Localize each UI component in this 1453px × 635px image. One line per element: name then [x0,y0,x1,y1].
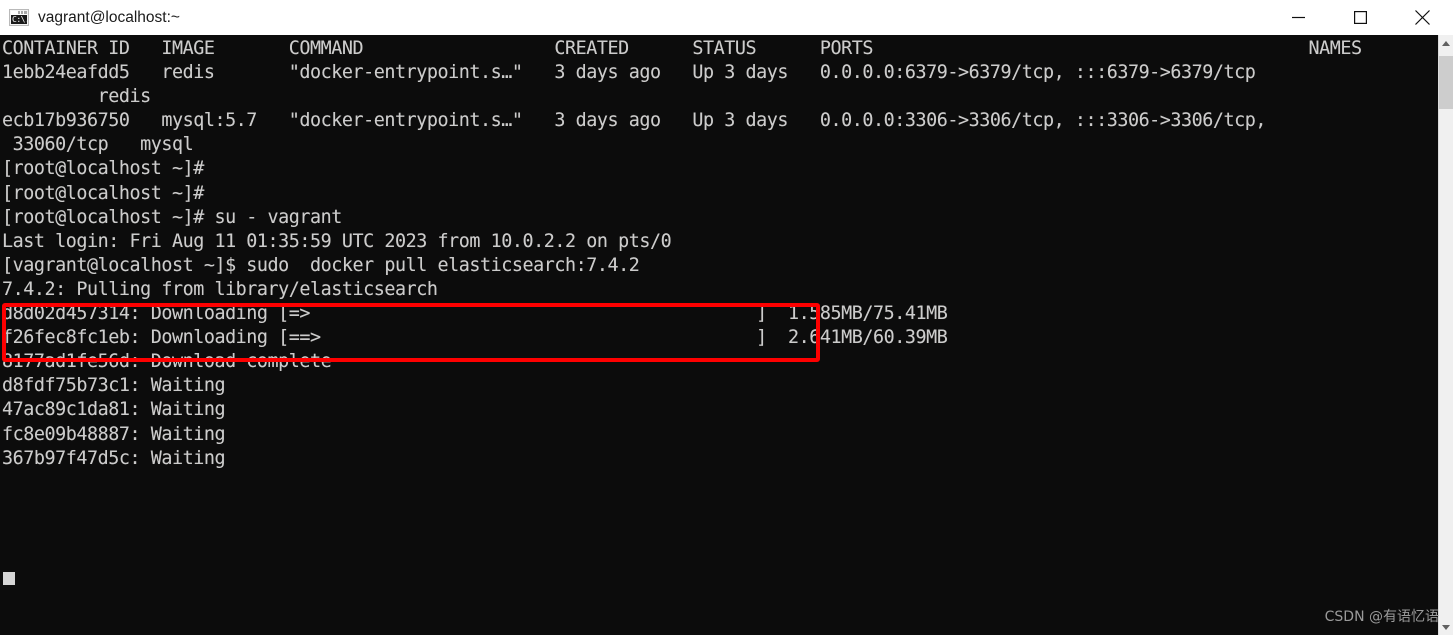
terminal-window: C:\. vagrant@localhost:~ [0,0,1453,635]
vertical-scrollbar[interactable] [1438,35,1453,635]
scroll-down-arrow[interactable] [1439,619,1453,635]
close-button[interactable] [1391,0,1453,35]
chevron-down-icon [1442,624,1450,630]
maximize-icon [1353,11,1367,24]
minimize-icon [1291,16,1305,19]
watermark: CSDN @有语忆语 [1324,609,1439,625]
title-bar-left: C:\. vagrant@localhost:~ [0,9,1267,27]
scroll-up-arrow[interactable] [1439,35,1453,51]
console-icon-dots [18,11,27,14]
window-controls [1267,0,1453,35]
terminal-text: CONTAINER ID IMAGE COMMAND CREATED STATU… [2,38,1362,469]
console-icon-glyph: C:\. [11,15,27,24]
scroll-thumb[interactable] [1439,56,1453,109]
close-icon [1414,10,1430,25]
minimize-button[interactable] [1267,0,1329,35]
chevron-up-icon [1442,40,1450,46]
console-icon: C:\. [9,9,29,26]
terminal-output-area[interactable]: CONTAINER ID IMAGE COMMAND CREATED STATU… [0,35,1438,635]
maximize-button[interactable] [1329,0,1391,35]
title-bar: C:\. vagrant@localhost:~ [0,0,1453,35]
window-title: vagrant@localhost:~ [38,8,180,26]
terminal-cursor [3,572,15,585]
